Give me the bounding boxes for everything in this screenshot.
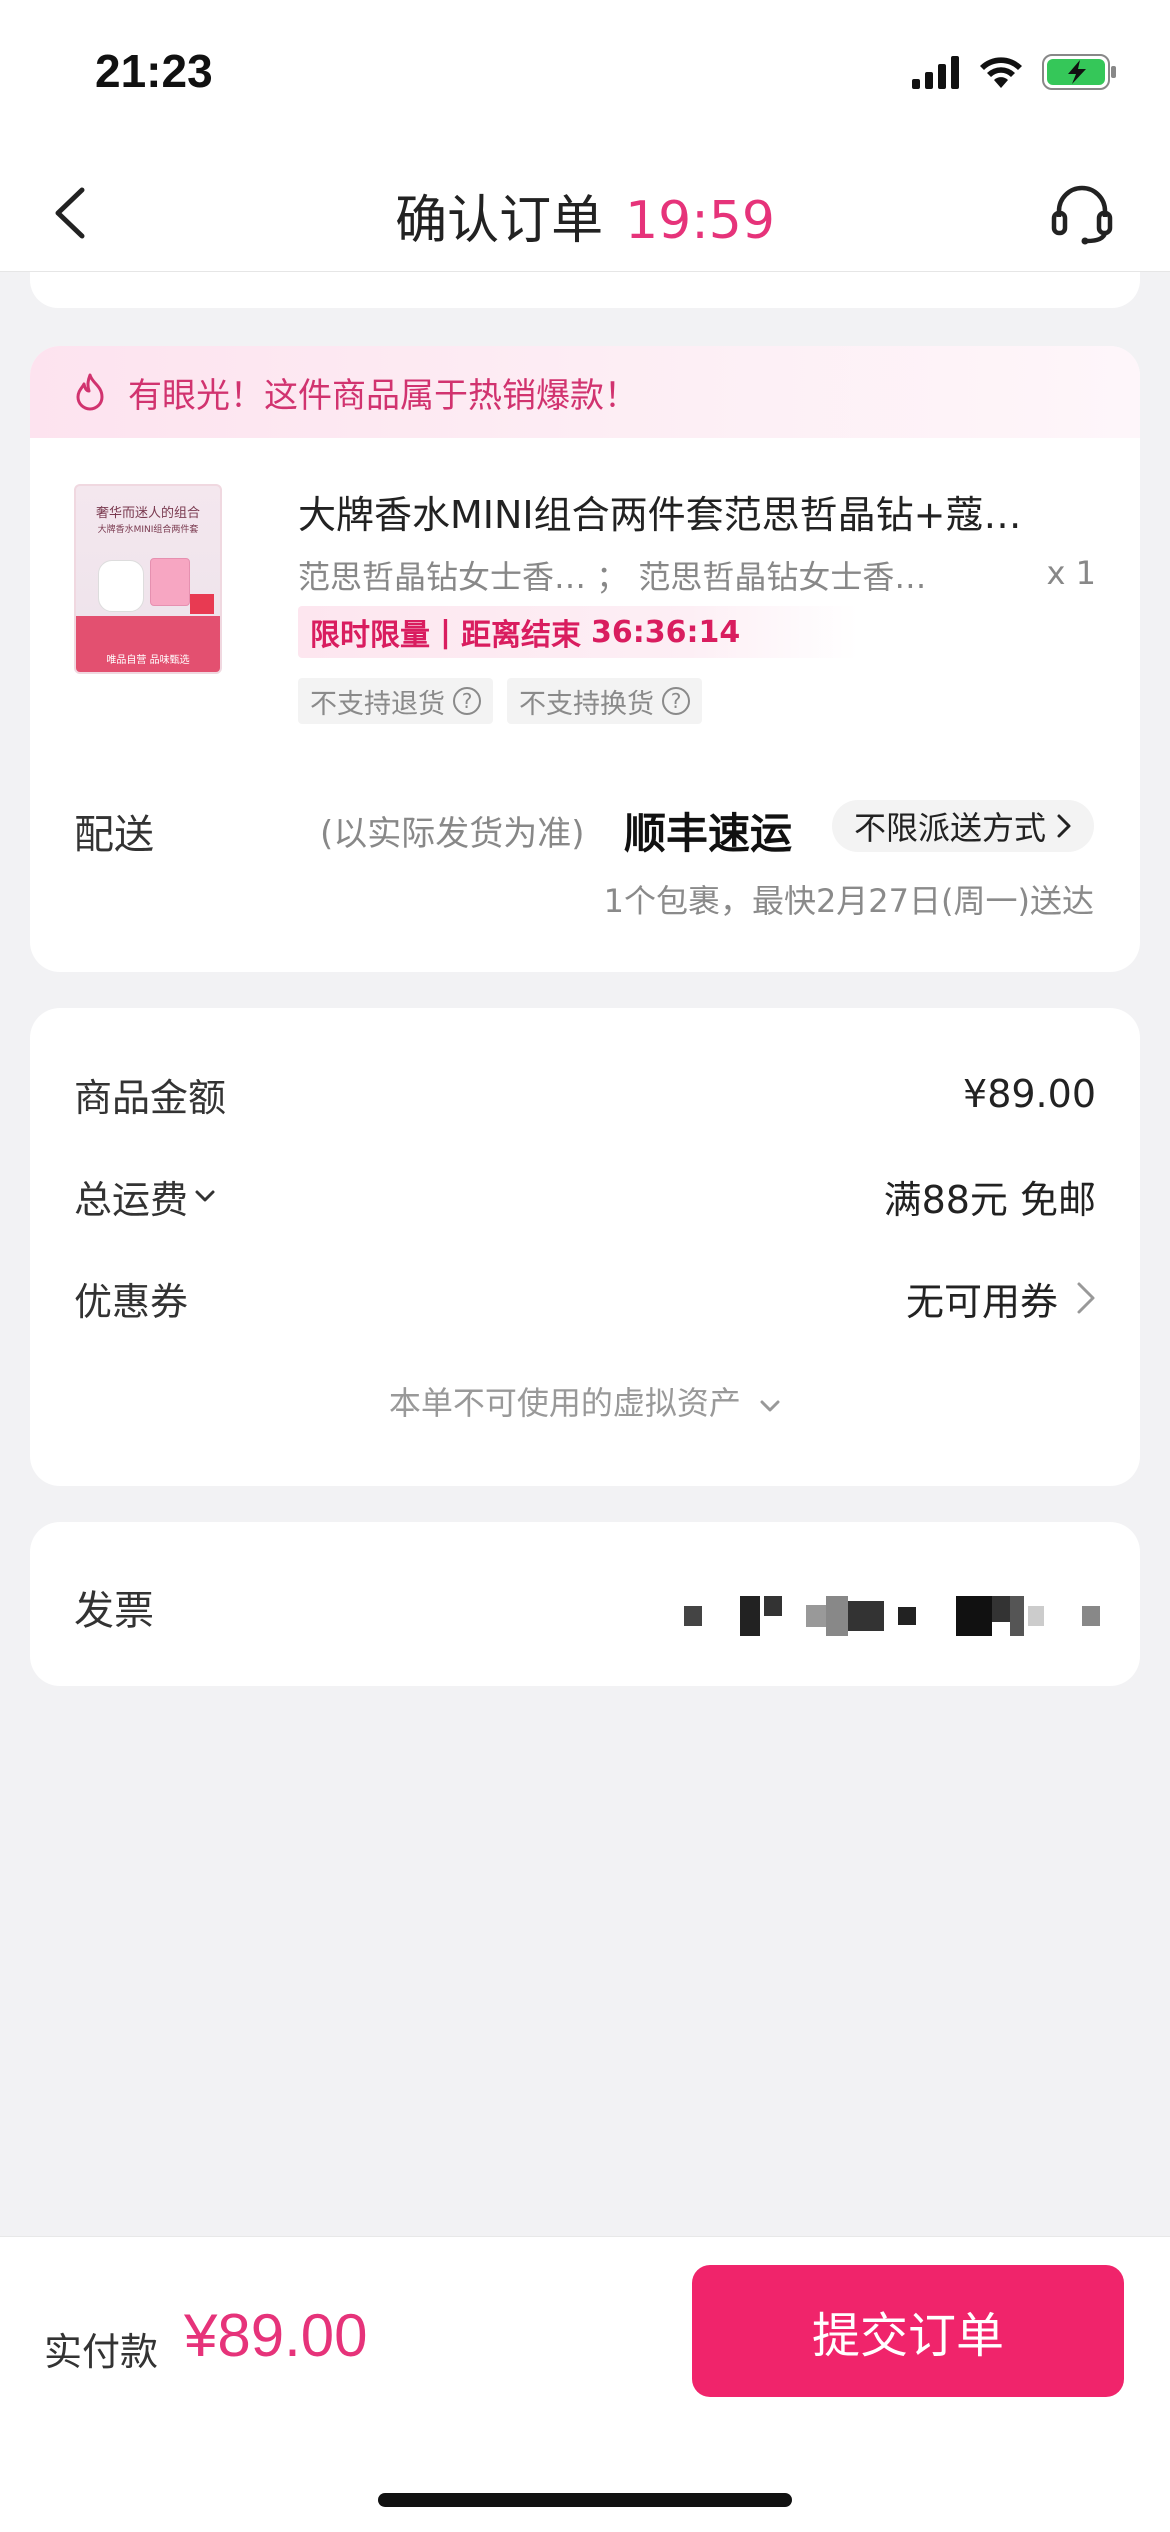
product-image[interactable]: 奢华而迷人的组合 大牌香水MINI组合两件套 唯品自营 品味甄选 — [74, 484, 222, 674]
flash-sale-countdown-label: 距离结束 — [460, 618, 581, 653]
chevron-down-icon — [759, 1384, 781, 1422]
question-icon: ? — [453, 687, 481, 715]
virtual-assets-label: 本单不可使用的虚拟资产 — [388, 1384, 741, 1422]
signal-icon — [912, 56, 959, 89]
no-exchange-label: 不支持换货 — [519, 688, 654, 720]
no-exchange-tag[interactable]: 不支持换货 ? — [507, 678, 702, 724]
freight-row[interactable]: 总运费 满88元 免邮 — [74, 1166, 1096, 1226]
home-indicator[interactable] — [378, 2493, 792, 2507]
no-return-tag[interactable]: 不支持退货 ? — [298, 678, 493, 724]
page-title: 确认订单 19:59 — [0, 178, 1170, 253]
invoice-value-pixelated — [684, 1596, 1100, 1636]
product-title[interactable]: 大牌香水MINI组合两件套范思哲晶钻+蔻… — [298, 484, 1098, 539]
gift-box-shape — [190, 594, 214, 614]
headset-icon — [1051, 185, 1113, 245]
chevron-right-icon — [1077, 1282, 1095, 1314]
shipping-section: 配送 (以实际发货为准) 顺丰速运 不限派送方式 1个包裹，最快2月27日(周一… — [30, 776, 1140, 946]
coupon-row[interactable]: 优惠券 无可用券 — [74, 1268, 1096, 1328]
coupon-label: 优惠券 — [74, 1279, 189, 1324]
shipping-label: 配送 — [74, 812, 154, 858]
no-return-label: 不支持退货 — [310, 688, 445, 720]
submit-order-button[interactable]: 提交订单 — [692, 2265, 1124, 2397]
price-summary-card: 商品金额 ¥89.00 总运费 满88元 免邮 优惠券 无可用券 本单不可使用的… — [30, 1008, 1140, 1486]
perfume-bottle-shape — [98, 560, 144, 612]
pay-amount-value: ¥89.00 — [184, 2302, 368, 2369]
product-image-caption-bottom: 唯品自营 品味甄选 — [106, 655, 190, 666]
wifi-icon — [980, 57, 1022, 88]
shipping-note: (以实际发货为准) — [320, 814, 585, 854]
flash-sale-separator: | — [440, 614, 451, 650]
flash-sale-tag: 限时限量 | 距离结束 36:36:14 — [298, 606, 858, 658]
question-icon: ? — [662, 687, 690, 715]
product-item[interactable]: 奢华而迷人的组合 大牌香水MINI组合两件套 唯品自营 品味甄选 大牌香水MIN… — [30, 438, 1140, 738]
invoice-card[interactable]: 发票 — [30, 1522, 1140, 1686]
battery-charging-icon — [1042, 54, 1116, 90]
shipping-carrier: 顺丰速运 — [624, 809, 793, 858]
status-bar: 21:23 — [0, 0, 1170, 150]
shipping-method-selector[interactable]: 不限派送方式 — [831, 800, 1094, 852]
invoice-label: 发票 — [74, 1588, 154, 1634]
nav-bar: 确认订单 19:59 — [0, 150, 1170, 272]
perfume-bottle-shape — [150, 558, 190, 606]
freight-label-group: 总运费 — [74, 1169, 216, 1224]
flash-sale-label: 限时限量 — [310, 618, 430, 653]
chevron-down-icon — [195, 1190, 215, 1202]
chevron-right-icon — [1057, 814, 1071, 838]
hot-sale-text: 有眼光！这件商品属于热销爆款！ — [128, 375, 638, 416]
status-icons — [912, 50, 1118, 94]
goods-amount-row: 商品金额 ¥89.00 — [74, 1064, 1096, 1124]
product-image-caption-top: 奢华而迷人的组合 — [95, 506, 200, 521]
status-time: 21:23 — [95, 45, 213, 97]
goods-amount-value: ¥89.00 — [963, 1072, 1096, 1116]
freight-value: 满88元 免邮 — [883, 1177, 1096, 1222]
payment-countdown: 19:59 — [625, 191, 775, 251]
flash-sale-countdown: 36:36:14 — [590, 614, 741, 650]
shipping-eta: 1个包裹，最快2月27日(周一)送达 — [603, 882, 1094, 920]
product-quantity: x 1 — [1046, 554, 1096, 592]
policy-tags: 不支持退货 ? 不支持换货 ? — [298, 678, 702, 724]
coupon-value-group: 无可用券 — [906, 1271, 1096, 1326]
previous-card-edge — [30, 272, 1140, 308]
product-card: 有眼光！这件商品属于热销爆款！ 奢华而迷人的组合 大牌香水MINI组合两件套 唯… — [30, 346, 1140, 972]
freight-label: 总运费 — [74, 1177, 189, 1222]
shipping-method-label: 不限派送方式 — [853, 809, 1046, 847]
bottom-checkout-bar: 实付款 ¥89.00 提交订单 — [0, 2236, 1170, 2532]
pay-amount-label: 实付款 — [44, 2330, 159, 2374]
coupon-value: 无可用券 — [905, 1279, 1058, 1324]
product-image-caption-mid: 大牌香水MINI组合两件套 — [97, 525, 199, 535]
flame-icon — [76, 373, 104, 411]
virtual-assets-toggle[interactable]: 本单不可使用的虚拟资产 — [30, 1378, 1140, 1424]
page-title-text: 确认订单 — [395, 191, 604, 251]
product-spec: 范思哲晶钻女士香… ； 范思哲晶钻女士香… — [298, 558, 927, 596]
goods-amount-label: 商品金额 — [74, 1075, 227, 1120]
hot-sale-banner: 有眼光！这件商品属于热销爆款！ — [30, 346, 1140, 438]
customer-service-button[interactable] — [1044, 176, 1120, 252]
